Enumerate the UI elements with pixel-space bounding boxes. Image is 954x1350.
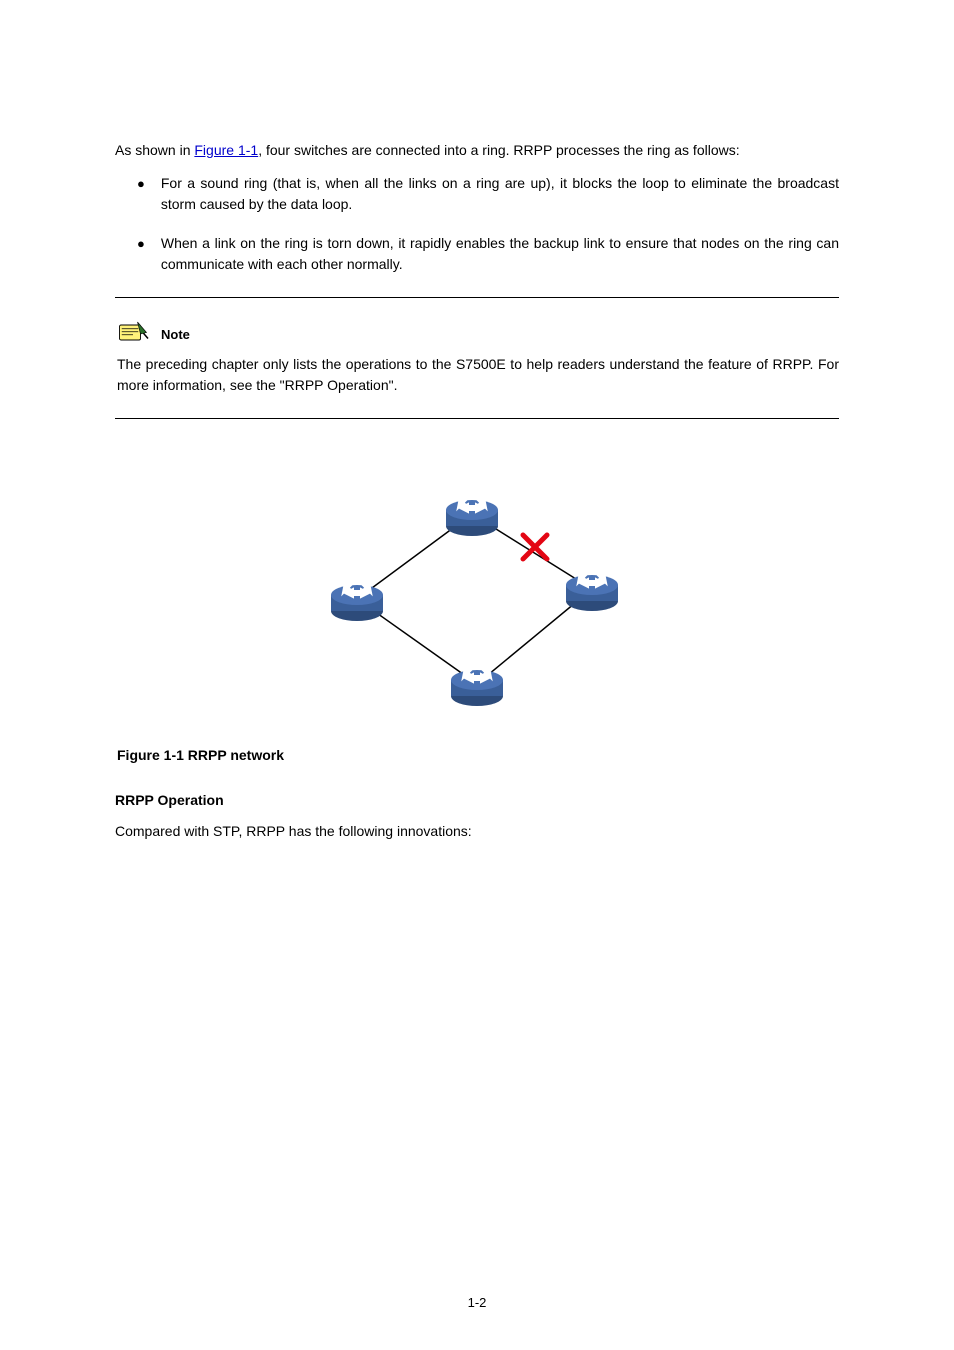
section-intro: Compared with STP, RRPP has the followin… (115, 821, 839, 842)
bullet-2-text: When a link on the ring is torn down, it… (161, 233, 839, 275)
note-top-rule (115, 297, 839, 298)
router-top (446, 497, 498, 536)
router-right (566, 572, 618, 611)
intro-paragraph: As shown in Figure 1-1, four switches ar… (115, 140, 839, 161)
figure-ref-link[interactable]: Figure 1-1 (194, 142, 258, 158)
bullet-marker: ● (137, 234, 145, 254)
bullet-marker: ● (137, 174, 145, 194)
note-icon (115, 320, 151, 348)
note-header: Note (115, 320, 839, 348)
intro-text-before: As shown in (115, 142, 194, 158)
intro-text-after: , four switches are connected into a rin… (258, 142, 739, 158)
note-text: The preceding chapter only lists the ope… (117, 354, 839, 396)
figure-caption: Figure 1-1 RRPP network (117, 745, 839, 766)
note-bottom-rule (115, 418, 839, 419)
ring-topology-diagram (297, 469, 657, 729)
bullet-2: ● When a link on the ring is torn down, … (137, 233, 839, 275)
router-bottom (451, 667, 503, 706)
note-label: Note (161, 325, 190, 349)
section-heading: RRPP Operation (115, 790, 839, 811)
page-content: As shown in Figure 1-1, four switches ar… (0, 0, 954, 842)
bullet-1: ● For a sound ring (that is, when all th… (137, 173, 839, 215)
link-break-icon (523, 535, 547, 559)
page-number: 1-2 (0, 1293, 954, 1313)
figure (115, 469, 839, 729)
router-left (331, 582, 383, 621)
bullet-1-text: For a sound ring (that is, when all the … (161, 173, 839, 215)
